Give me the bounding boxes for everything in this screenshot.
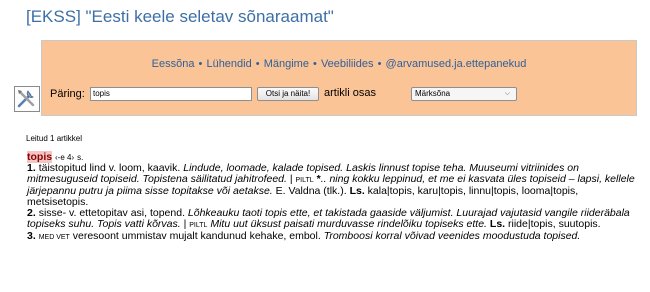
nav-separator: • [377, 58, 382, 70]
page-title: [EKSS] "Eesti keele seletav sõnaraamat" [26, 7, 334, 26]
sense-text: veresoont ummistav mujalt kandunud kehak… [69, 230, 324, 242]
senses-list: 1. täistopitud lind v. loom, kaavik. Lin… [27, 163, 637, 243]
sense-number: 3. [27, 230, 36, 242]
sense-text: riide|topis, suutopis. [505, 218, 601, 230]
usage-tag: MED VET [38, 234, 70, 241]
tools-icon[interactable] [14, 86, 40, 112]
search-panel: Eessõna • Lühendid • Mängime • Veebiliid… [41, 40, 637, 116]
nav-link-feedback[interactable]: @arvamused.ja.ettepanekud [386, 58, 527, 70]
nav-link-veebiliides[interactable]: Veebiliides [321, 58, 374, 70]
nav-link-luhendid[interactable]: Lühendid [206, 58, 251, 70]
results-count: Leitud 1 artikkel [26, 134, 83, 143]
search-label: Päring: [50, 88, 85, 100]
nav-separator: • [198, 58, 203, 70]
inflection: ‹-e 4› [55, 153, 75, 162]
nav-separator: • [255, 58, 260, 70]
usage-tag: PILTL [295, 177, 314, 184]
nav-bar: Eessõna • Lühendid • Mängime • Veebiliid… [42, 58, 636, 70]
sense-item: 3. MED VET veresoont ummistav mujalt kan… [27, 231, 637, 243]
sense-text: Ls. [489, 218, 506, 230]
sense-text: Mitu uut üksust paisati murduvasse rinde… [210, 218, 490, 230]
search-mode-value: Märksõna [415, 89, 451, 98]
nav-link-eessona[interactable]: Eessõna [152, 58, 195, 70]
sense-text: Ls. [349, 185, 365, 197]
sense-item: 1. täistopitud lind v. loom, kaavik. Lin… [27, 163, 637, 208]
part-of-speech: s. [77, 153, 84, 162]
search-input[interactable]: topis [90, 87, 252, 101]
search-button[interactable]: Otsi ja näita! [257, 87, 319, 101]
sense-text: E. Valdna (tlk.). [275, 185, 350, 197]
dictionary-entry: topis ‹-e 4› s. 1. täistopitud lind v. l… [27, 151, 637, 243]
chevron-down-icon: ⌵ [504, 90, 510, 97]
sense-item: 2. sisse- v. ettetopitav asi, topend. Lõ… [27, 208, 637, 231]
nav-separator: • [313, 58, 317, 70]
usage-tag: PILTL [189, 222, 208, 229]
search-mode-select[interactable]: Märksõna ⌵ [411, 87, 517, 101]
sense-text: * [313, 173, 321, 185]
sense-text: Tromboosi korral võivad veenides moodust… [323, 230, 581, 242]
search-mode-label: artikli osas [324, 87, 376, 99]
nav-link-mangime[interactable]: Mängime [264, 58, 309, 70]
